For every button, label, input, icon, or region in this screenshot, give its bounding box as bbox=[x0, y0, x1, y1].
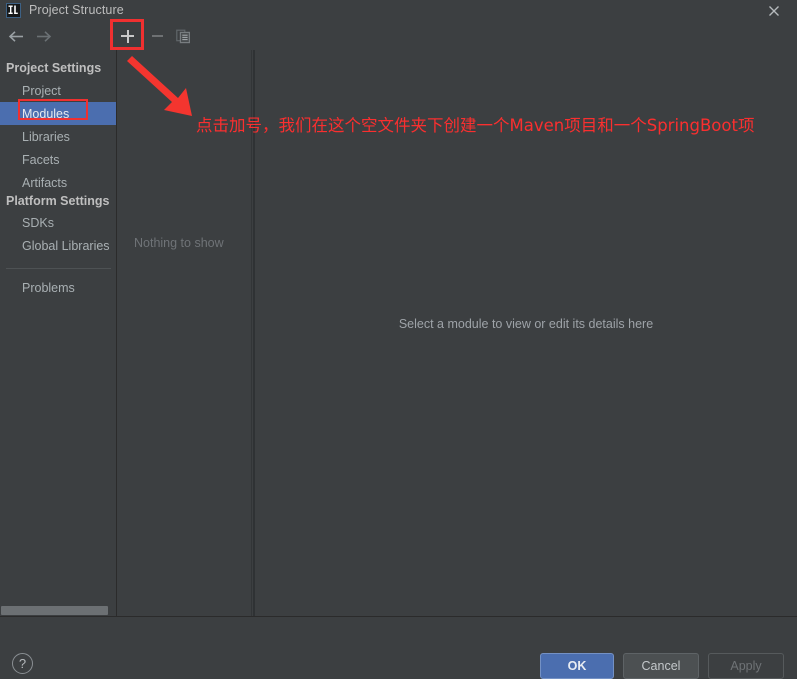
window-title: Project Structure bbox=[29, 3, 124, 17]
close-icon[interactable] bbox=[759, 0, 789, 22]
sidebar-group-project-settings: Project Settings bbox=[6, 60, 102, 75]
dialog-toolbar bbox=[0, 21, 797, 50]
sidebar-item-problems[interactable]: Problems bbox=[0, 276, 116, 299]
minus-icon bbox=[151, 35, 163, 37]
project-structure-dialog: Project Structure Project Settings Proje… bbox=[0, 0, 797, 679]
sidebar-item-facets[interactable]: Facets bbox=[0, 148, 116, 171]
detail-empty-text: Select a module to view or edit its deta… bbox=[398, 317, 654, 331]
plus-icon bbox=[121, 29, 134, 43]
title-bar: Project Structure bbox=[0, 0, 797, 21]
help-icon[interactable]: ? bbox=[12, 653, 33, 674]
copy-module-button bbox=[172, 26, 194, 46]
arrow-left-icon[interactable] bbox=[5, 26, 27, 46]
module-detail-panel: Select a module to view or edit its deta… bbox=[255, 50, 797, 616]
sidebar-item-sdks[interactable]: SDKs bbox=[0, 211, 116, 234]
ok-button[interactable]: OK bbox=[540, 653, 614, 679]
remove-module-button bbox=[146, 26, 168, 46]
sidebar-divider bbox=[6, 268, 111, 269]
intellij-idea-icon bbox=[6, 3, 21, 18]
scrollbar-thumb[interactable] bbox=[1, 606, 108, 615]
sidebar-group-platform-settings: Platform Settings bbox=[6, 193, 110, 208]
sidebar-item-modules[interactable]: Modules bbox=[0, 102, 116, 125]
module-list-panel[interactable]: Nothing to show bbox=[118, 50, 252, 616]
module-list-empty-text: Nothing to show bbox=[134, 236, 224, 250]
add-module-button[interactable] bbox=[117, 26, 138, 46]
apply-button[interactable]: Apply bbox=[708, 653, 784, 679]
dialog-footer: ? OK Cancel Apply bbox=[0, 616, 797, 679]
sidebar-item-project[interactable]: Project bbox=[0, 79, 116, 102]
cancel-button[interactable]: Cancel bbox=[623, 653, 699, 679]
settings-sidebar[interactable]: Project Settings Project Modules Librari… bbox=[0, 50, 117, 616]
sidebar-horizontal-scrollbar[interactable] bbox=[0, 605, 116, 616]
sidebar-item-global-libraries[interactable]: Global Libraries bbox=[0, 234, 116, 257]
sidebar-item-libraries[interactable]: Libraries bbox=[0, 125, 116, 148]
arrow-right-icon bbox=[32, 26, 54, 46]
